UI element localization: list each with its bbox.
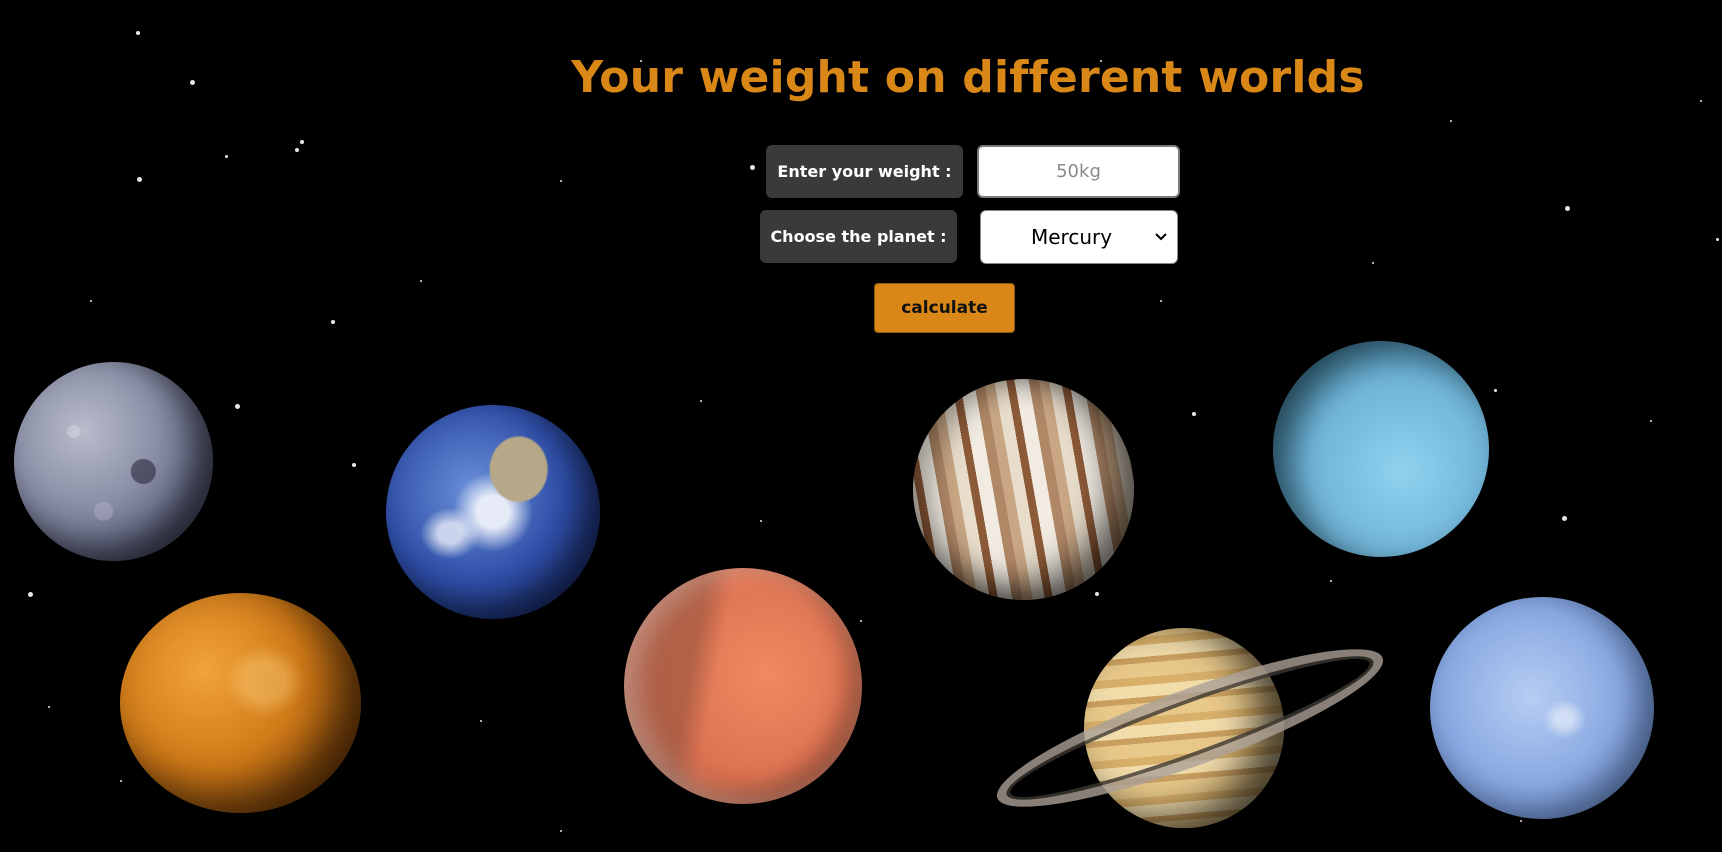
star [1372, 262, 1374, 264]
planet-label: Choose the planet : [760, 210, 957, 263]
star [1520, 820, 1522, 822]
star [1562, 516, 1567, 521]
star [1192, 412, 1196, 416]
star [235, 404, 240, 409]
star [28, 592, 33, 597]
star [331, 320, 335, 324]
star [1095, 592, 1099, 596]
star [560, 180, 562, 182]
weight-input[interactable] [977, 145, 1180, 198]
star [90, 300, 92, 302]
planet-select[interactable]: Mercury [980, 210, 1178, 264]
mars-image [624, 568, 862, 804]
saturn-image [984, 622, 1396, 834]
star [225, 155, 228, 158]
star [300, 140, 304, 144]
star [420, 280, 422, 282]
star [700, 400, 702, 402]
star [352, 463, 356, 467]
star [860, 620, 862, 622]
venus-image [120, 593, 361, 813]
star [1716, 238, 1719, 241]
star [560, 830, 562, 832]
star [480, 720, 482, 722]
star [750, 165, 755, 170]
star [1494, 389, 1497, 392]
star [137, 177, 142, 182]
uranus-image [1273, 341, 1489, 557]
mercury-image [14, 362, 213, 561]
page-title: Your weight on different worlds [571, 52, 1365, 103]
planet-select-value: Mercury [1031, 225, 1113, 249]
chevron-down-icon [1155, 233, 1167, 241]
star [295, 148, 299, 152]
star [1565, 206, 1570, 211]
star [1160, 300, 1162, 302]
weight-label: Enter your weight : [766, 145, 963, 198]
star [1330, 580, 1332, 582]
space-background: Your weight on different worlds Enter yo… [0, 0, 1722, 852]
calculate-button[interactable]: calculate [874, 283, 1015, 333]
star [760, 520, 762, 522]
earth-image [386, 405, 600, 619]
star [1650, 420, 1652, 422]
neptune-image [1430, 597, 1654, 819]
jupiter-image [913, 379, 1134, 600]
star [120, 780, 122, 782]
star [136, 31, 140, 35]
star [1450, 120, 1452, 122]
star [48, 706, 50, 708]
